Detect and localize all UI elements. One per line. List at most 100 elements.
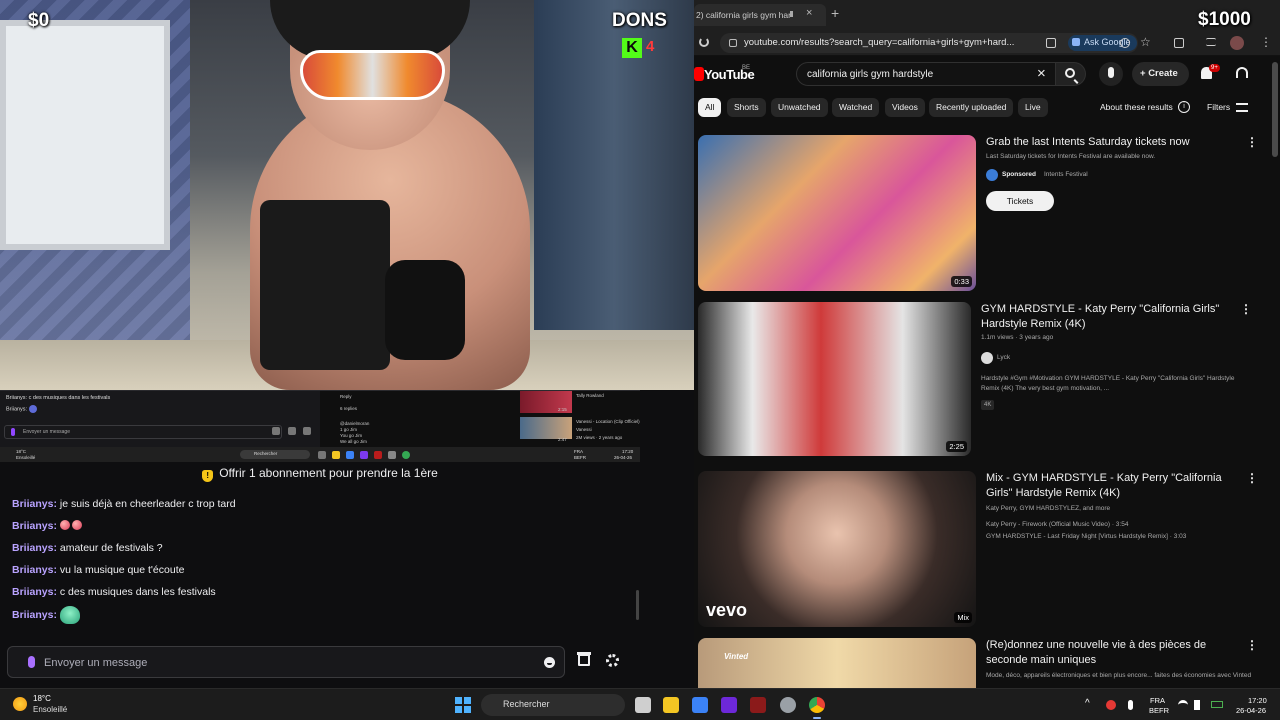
sun-icon[interactable] [13,697,27,711]
speaker-icon[interactable] [790,11,796,17]
video-thumbnail[interactable]: vevo Mix [698,471,976,627]
gear-icon[interactable] [606,654,619,667]
chrome-icon[interactable] [809,697,825,713]
obs-icon[interactable] [780,697,796,713]
tab-youtube[interactable]: 2) california girls gym har × [694,4,826,26]
wifi-icon[interactable] [1178,700,1188,710]
mix-track[interactable]: GYM HARDSTYLE - Last Friday Night [Virtu… [986,533,1186,540]
app-icon[interactable] [750,697,766,713]
reading-list-icon[interactable] [1206,38,1216,46]
chat-input-box[interactable] [7,646,565,678]
clear-search-icon[interactable]: × [1037,65,1046,82]
chat-username[interactable]: Briianys [12,586,53,598]
windows-start-icon[interactable] [455,697,471,713]
app-icon[interactable] [721,697,737,713]
advertiser-name[interactable]: Intents Festival [1044,171,1088,178]
omnibox[interactable]: youtube.com/results?search_query=califor… [720,33,1138,53]
video-title[interactable]: Grab the last Intents Saturday tickets n… [986,135,1246,150]
more-options-icon[interactable]: ⋮ [1240,302,1252,316]
mini-comment: You go Jim [340,433,363,438]
chat-username[interactable]: Briianys [12,542,53,554]
volume-icon[interactable] [1194,700,1200,710]
chip-watched[interactable]: Watched [832,98,880,117]
file-explorer-icon[interactable] [663,697,679,713]
video-thumbnail[interactable]: 2:25 [698,302,971,456]
bookmark-star-icon[interactable]: ☆ [1140,35,1151,49]
youtube-logo-icon[interactable] [694,67,704,81]
search-button[interactable] [1056,62,1086,86]
filters-button[interactable]: Filters [1207,102,1230,112]
create-button[interactable]: + Create [1132,62,1189,86]
input-language[interactable]: FRA [1150,696,1165,705]
more-options-icon[interactable]: ⋮ [1246,135,1258,149]
about-results-link[interactable]: About these results [1100,102,1173,112]
chat-username[interactable]: Briianys [12,498,53,510]
search-input[interactable] [807,67,1027,82]
zoom-icon[interactable] [1120,38,1130,48]
video-title[interactable]: GYM HARDSTYLE - Katy Perry "California G… [981,302,1231,332]
tickets-button[interactable]: Tickets [986,191,1054,211]
emoji-icon[interactable] [544,657,555,668]
filter-icon[interactable] [1236,103,1248,112]
search-box[interactable]: × [796,62,1056,86]
more-options-icon[interactable]: ⋮ [1246,638,1258,652]
chip-recently-uploaded[interactable]: Recently uploaded [929,98,1014,117]
webcam-feed [0,0,694,390]
mix-track[interactable]: Katy Perry - Firework (Official Music Vi… [986,521,1128,528]
quality-badge: 4K [981,400,995,410]
chrome-menu-icon[interactable]: ⋮ [1260,35,1272,49]
chat-scrollbar[interactable] [636,590,639,620]
mini-mic-icon [11,428,15,436]
microphone-icon[interactable] [1128,700,1133,710]
new-tab-button[interactable]: + [831,5,839,21]
video-title[interactable]: (Re)donnez une nouvelle vie à des pièces… [986,638,1241,668]
weather-temperature[interactable]: 18°C [33,694,51,703]
gift-icon[interactable] [577,652,591,666]
install-icon[interactable] [1046,38,1056,48]
advertiser-logo-icon [986,169,998,181]
profile-avatar[interactable] [1230,36,1244,50]
chevron-up-icon[interactable]: ^ [1085,698,1090,709]
channel-avatar[interactable] [981,352,993,364]
store-icon[interactable] [692,697,708,713]
chat-username[interactable]: Briianys [12,520,53,532]
video-meta: 1.1m views · 3 years ago [981,334,1054,341]
battery-icon[interactable] [1211,701,1223,708]
weather-condition[interactable]: Ensoleillé [33,705,67,714]
task-view-icon[interactable] [635,697,651,713]
chip-all[interactable]: All [698,98,722,117]
chat-username[interactable]: Briianys [12,564,53,576]
video-title[interactable]: Mix - GYM HARDSTYLE - Katy Perry "Califo… [986,471,1241,501]
mic-icon[interactable] [28,656,35,668]
url-text[interactable]: youtube.com/results?search_query=califor… [744,37,1014,48]
chip-live[interactable]: Live [1018,98,1048,117]
chat-text: je suis déjà en cheerleader c trop tard [59,498,236,510]
more-options-icon[interactable]: ⋮ [1246,471,1258,485]
page-scrollbar[interactable] [1272,62,1278,157]
gift-sub-banner[interactable]: ! Offrir 1 abonnement pour prendre la 1èr… [0,462,640,484]
mini-video-channel: Vanessi [576,427,592,432]
chip-videos[interactable]: Videos [885,98,925,117]
close-icon[interactable]: × [806,7,812,19]
extensions-icon[interactable] [1174,38,1184,48]
chat-username[interactable]: Briianys [12,609,53,621]
tray-app-icon[interactable] [1106,700,1116,710]
chat-text: c des musiques dans les festivals [59,586,216,598]
channel-name[interactable]: Lyck [997,354,1010,361]
video-thumbnail[interactable]: 0:33 [698,135,976,291]
chip-shorts[interactable]: Shorts [727,98,766,117]
taskbar-search[interactable]: Rechercher [481,694,625,716]
chat-input[interactable] [44,654,524,672]
chat-message: Briianys: c des musiques dans les festiv… [12,586,216,598]
site-info-icon[interactable] [729,39,737,47]
mix-artists: Katy Perry, GYM HARDSTYLEZ, and more [986,505,1111,512]
clock-time[interactable]: 17:20 [1248,696,1267,705]
reload-icon[interactable] [699,37,709,47]
video-thumbnail[interactable]: Vinted [698,638,976,688]
voice-search-icon[interactable] [1099,62,1123,86]
chip-unwatched[interactable]: Unwatched [771,98,828,117]
headset-icon[interactable] [1236,67,1248,78]
keyboard-layout[interactable]: BEFR [1149,706,1169,715]
clock-date[interactable]: 26-04-26 [1236,706,1266,715]
info-icon[interactable]: i [1178,101,1190,113]
